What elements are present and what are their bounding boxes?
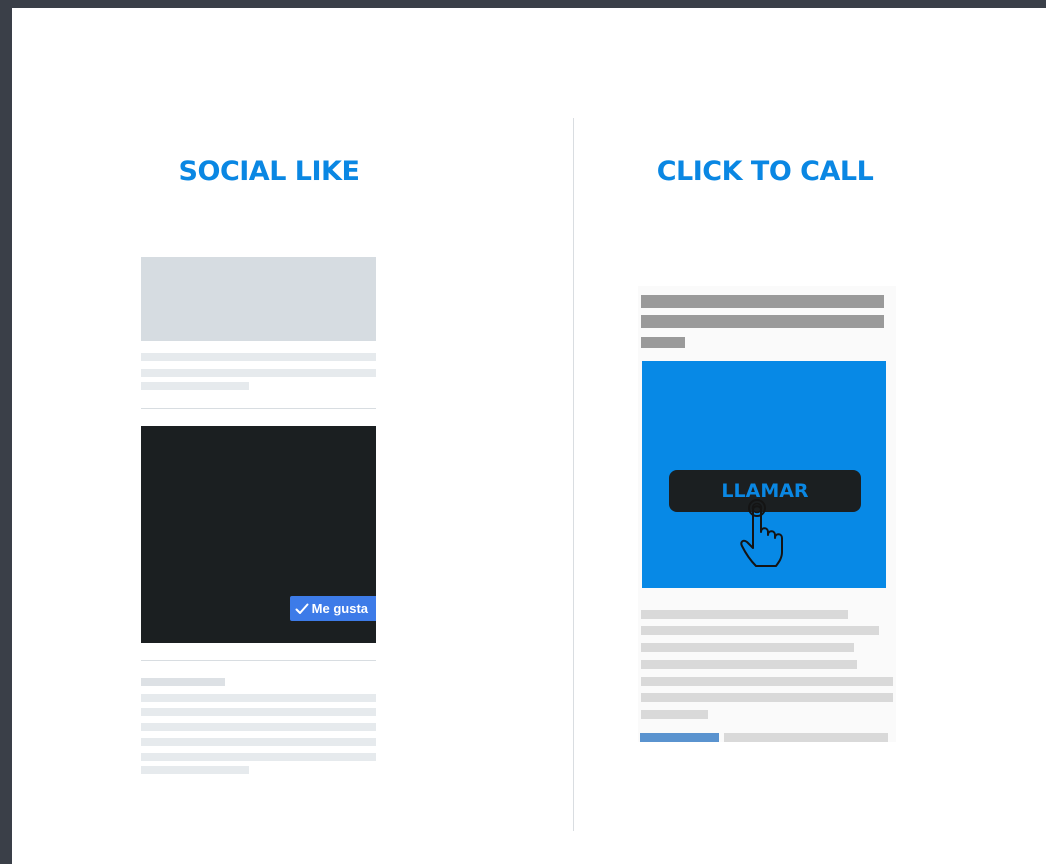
text-line-placeholder (141, 353, 376, 361)
text-line-placeholder (141, 382, 249, 390)
separator (141, 408, 376, 409)
text-line-placeholder (141, 369, 376, 377)
text-line-placeholder (641, 610, 848, 619)
text-line-placeholder (141, 753, 376, 761)
headline-placeholder (641, 295, 884, 308)
video-player[interactable]: Me gusta (141, 426, 376, 643)
pointing-hand-icon (740, 499, 783, 567)
text-line-placeholder (641, 660, 857, 669)
text-line-placeholder (141, 678, 225, 686)
text-line-placeholder (641, 626, 879, 635)
social-like-title: SOCIAL LIKE (178, 156, 360, 187)
click-to-call-mockup: LLAMAR (638, 286, 896, 742)
text-line-placeholder (641, 710, 708, 719)
text-line-placeholder (724, 733, 888, 742)
content-panel: SOCIAL LIKE CLICK TO CALL Me gusta LLAMA… (12, 8, 1046, 864)
like-button-label: Me gusta (311, 601, 368, 616)
link-placeholder (640, 733, 719, 742)
text-line-placeholder (141, 738, 376, 746)
article-image-placeholder (141, 257, 376, 341)
text-line-placeholder (141, 708, 376, 716)
like-button[interactable]: Me gusta (289, 596, 376, 621)
text-line-placeholder (641, 643, 854, 652)
text-line-placeholder (141, 766, 249, 774)
headline-placeholder (641, 337, 685, 348)
text-line-placeholder (141, 723, 376, 731)
click-to-call-title: CLICK TO CALL (656, 156, 874, 187)
call-ad-banner: LLAMAR (642, 361, 886, 588)
text-line-placeholder (641, 677, 893, 686)
text-line-placeholder (141, 694, 376, 702)
headline-placeholder (641, 315, 884, 328)
text-line-placeholder (641, 693, 893, 702)
section-divider (573, 118, 574, 831)
separator (141, 660, 376, 661)
check-icon (295, 603, 309, 614)
